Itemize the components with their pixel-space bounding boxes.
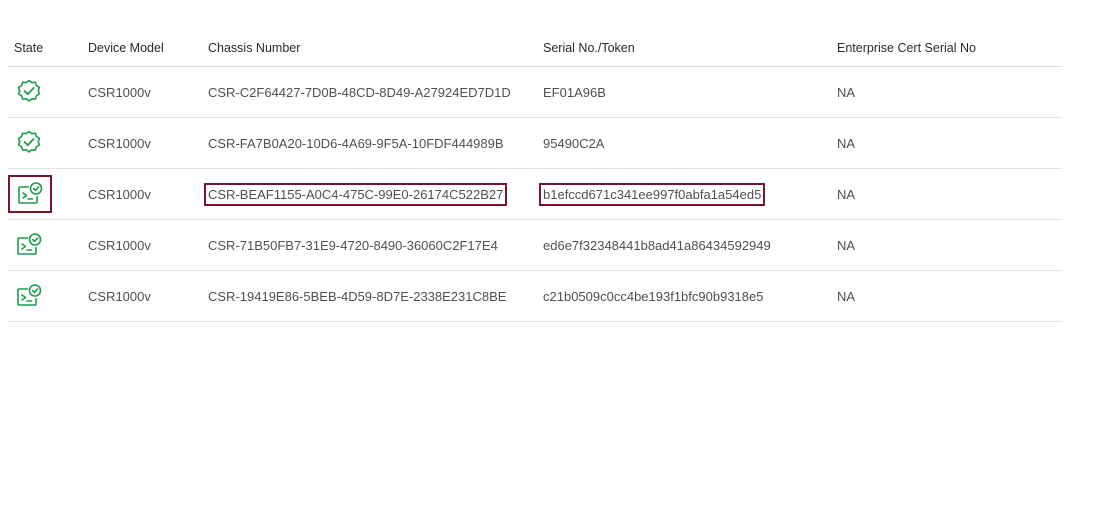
table-header: State Device Model Chassis Number Serial… bbox=[7, 33, 1062, 67]
chassis-number-cell: CSR-19419E86-5BEB-4D59-8D7E-2338E231C8BE bbox=[208, 288, 507, 304]
device-model-cell: CSR1000v bbox=[88, 237, 151, 253]
header-serial-token[interactable]: Serial No./Token bbox=[543, 33, 635, 66]
header-chassis-number[interactable]: Chassis Number bbox=[208, 33, 300, 66]
serial-token-cell: 95490C2A bbox=[543, 135, 605, 151]
device-model-cell: CSR1000v bbox=[88, 288, 151, 304]
enterprise-cert-cell: NA bbox=[837, 135, 856, 151]
table-row[interactable]: CSR1000v CSR-BEAF1155-A0C4-475C-99E0-261… bbox=[7, 169, 1062, 220]
enterprise-cert-cell: NA bbox=[837, 84, 856, 100]
terminal-check-icon bbox=[15, 231, 43, 259]
shield-check-icon bbox=[15, 78, 43, 106]
table-row[interactable]: CSR1000v CSR-FA7B0A20-10D6-4A69-9F5A-10F… bbox=[7, 118, 1062, 169]
serial-token-cell: ed6e7f32348441b8ad41a86434592949 bbox=[543, 237, 771, 253]
header-state[interactable]: State bbox=[14, 33, 43, 66]
chassis-number-highlighted: CSR-BEAF1155-A0C4-475C-99E0-26174C522B27 bbox=[203, 182, 508, 206]
shield-check-icon bbox=[15, 129, 43, 157]
state-cell bbox=[14, 220, 43, 270]
state-cell bbox=[14, 118, 43, 168]
enterprise-cert-cell: NA bbox=[837, 237, 856, 253]
terminal-check-icon bbox=[15, 282, 43, 310]
chassis-number-cell: CSR-BEAF1155-A0C4-475C-99E0-26174C522B27 bbox=[203, 169, 508, 219]
device-model-cell: CSR1000v bbox=[88, 186, 151, 202]
header-device-model[interactable]: Device Model bbox=[88, 33, 164, 66]
chassis-number-cell: CSR-71B50FB7-31E9-4720-8490-36060C2F17E4 bbox=[208, 237, 498, 253]
serial-token-highlighted: b1efccd671c341ee997f0abfa1a54ed5 bbox=[538, 182, 766, 206]
state-cell bbox=[14, 67, 43, 117]
chassis-number-cell: CSR-C2F64427-7D0B-48CD-8D49-A27924ED7D1D bbox=[208, 84, 511, 100]
header-enterprise-cert[interactable]: Enterprise Cert Serial No bbox=[837, 33, 976, 66]
chassis-number-cell: CSR-FA7B0A20-10D6-4A69-9F5A-10FDF444989B bbox=[208, 135, 504, 151]
table-row[interactable]: CSR1000v CSR-C2F64427-7D0B-48CD-8D49-A27… bbox=[7, 67, 1062, 118]
serial-token-cell: EF01A96B bbox=[543, 84, 606, 100]
state-cell bbox=[14, 271, 43, 321]
enterprise-cert-cell: NA bbox=[837, 288, 856, 304]
device-table: State Device Model Chassis Number Serial… bbox=[7, 33, 1062, 322]
serial-token-cell: b1efccd671c341ee997f0abfa1a54ed5 bbox=[538, 169, 766, 219]
device-model-cell: CSR1000v bbox=[88, 135, 151, 151]
table-row[interactable]: CSR1000v CSR-71B50FB7-31E9-4720-8490-360… bbox=[7, 220, 1062, 271]
enterprise-cert-cell: NA bbox=[837, 186, 856, 202]
table-row[interactable]: CSR1000v CSR-19419E86-5BEB-4D59-8D7E-233… bbox=[7, 271, 1062, 322]
terminal-check-icon bbox=[10, 177, 50, 211]
state-cell bbox=[14, 169, 50, 219]
serial-token-cell: c21b0509c0cc4be193f1bfc90b9318e5 bbox=[543, 288, 764, 304]
device-model-cell: CSR1000v bbox=[88, 84, 151, 100]
